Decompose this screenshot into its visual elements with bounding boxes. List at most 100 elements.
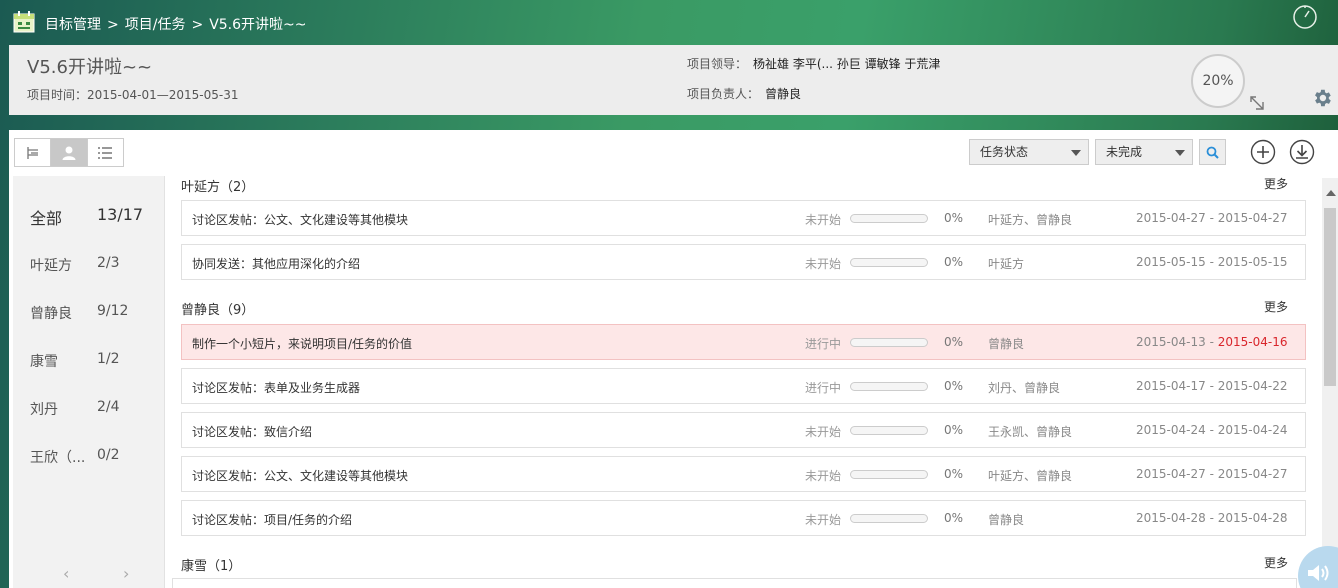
task-assignees: 王永凯、曾静良 <box>988 425 1073 439</box>
sidebar-item-label: 康雪 <box>30 354 58 370</box>
task-row[interactable] <box>172 578 1297 588</box>
breadcrumb-root[interactable]: 目标管理 <box>45 17 101 33</box>
task-assignees: 曾静良 <box>988 337 1025 351</box>
task-progress-bar <box>850 338 928 347</box>
sidebar-item-count: 0/2 <box>97 447 120 463</box>
task-name[interactable]: 讨论区发帖：项目/任务的介绍 <box>192 511 352 528</box>
tree-view-icon <box>27 146 38 159</box>
task-dates: 2015-04-27 - 2015-04-27 <box>1136 467 1288 481</box>
task-state: 未开始 <box>805 513 842 527</box>
task-status-select[interactable]: 任务状态 <box>969 139 1089 165</box>
list-view-icon <box>98 146 113 159</box>
sidebar-item-all[interactable]: 全部 13/17 <box>30 205 143 229</box>
sidebar-item-label: 曾静良 <box>30 306 72 322</box>
member-view-button[interactable] <box>51 139 88 166</box>
task-percent: 0% <box>944 335 964 349</box>
task-name[interactable]: 制作一个小短片，来说明项目/任务的价值 <box>192 335 412 352</box>
more-link[interactable]: 更多 <box>1264 175 1288 192</box>
group-title: 曾静良（9） <box>181 303 255 318</box>
sidebar-next-button[interactable]: › <box>123 564 129 583</box>
sidebar-item-member[interactable]: 曾静良 9/12 <box>30 303 128 323</box>
task-assignees: 曾静良 <box>988 513 1025 527</box>
leaders-value[interactable]: 杨祉雄 李平(... 孙巨 谭敏锋 于荒津 <box>753 57 940 71</box>
sidebar-prev-button[interactable]: ‹ <box>63 564 69 583</box>
task-row[interactable]: 讨论区发帖：致信介绍 未开始 0% 王永凯、曾静良 2015-04-24 - 2… <box>181 412 1306 448</box>
task-state: 未开始 <box>805 425 842 439</box>
task-assignees: 叶延方、曾静良 <box>988 213 1073 227</box>
sidebar-item-member[interactable]: 康雪 1/2 <box>30 351 120 371</box>
task-row-overdue[interactable]: 制作一个小短片，来说明项目/任务的价值 进行中 0% 曾静良 2015-04-1… <box>181 324 1306 360</box>
task-dates: 2015-04-28 - 2015-04-28 <box>1136 511 1288 525</box>
task-start-date: 2015-04-27 <box>1136 211 1206 225</box>
group-title: 康雪（1） <box>181 559 242 574</box>
task-start-date: 2015-05-15 <box>1136 255 1206 269</box>
task-percent: 0% <box>944 423 964 437</box>
sidebar-item-member[interactable]: 刘丹 2/4 <box>30 399 120 419</box>
task-row[interactable]: 讨论区发帖：表单及业务生成器 进行中 0% 刘丹、曾静良 2015-04-17 … <box>181 368 1306 404</box>
expand-icon[interactable] <box>1249 95 1265 111</box>
task-progress-bar <box>850 470 928 479</box>
tree-view-button[interactable] <box>15 139 52 166</box>
task-status-value: 任务状态 <box>980 145 1029 159</box>
gear-icon[interactable] <box>1311 87 1333 109</box>
date-separator: - <box>1209 511 1214 525</box>
scroll-up-arrow[interactable] <box>1326 190 1336 196</box>
task-name[interactable]: 讨论区发帖：致信介绍 <box>192 423 312 440</box>
task-dates: 2015-04-17 - 2015-04-22 <box>1136 379 1288 393</box>
sidebar-item-count: 2/3 <box>97 255 120 271</box>
task-state: 进行中 <box>805 381 842 395</box>
task-assignees: 叶延方、曾静良 <box>988 469 1073 483</box>
speaker-icon <box>1308 565 1329 581</box>
task-end-date: 2015-05-15 <box>1217 255 1288 269</box>
task-state: 进行中 <box>805 337 842 351</box>
task-name[interactable]: 讨论区发帖：公文、文化建设等其他模块 <box>192 211 408 228</box>
task-name[interactable]: 讨论区发帖：表单及业务生成器 <box>192 379 360 396</box>
completion-select[interactable]: 未完成 <box>1095 139 1193 165</box>
task-end-date: 2015-04-28 <box>1217 511 1288 525</box>
task-name[interactable]: 讨论区发帖：公文、文化建设等其他模块 <box>192 467 408 484</box>
task-dates: 2015-04-13 - 2015-04-16 <box>1136 335 1288 349</box>
breadcrumb-projects[interactable]: 项目/任务 <box>125 17 186 33</box>
task-row[interactable]: 讨论区发帖：公文、文化建设等其他模块 未开始 0% 叶延方、曾静良 2015-0… <box>181 456 1306 492</box>
search-button[interactable] <box>1199 139 1226 165</box>
sidebar-item-member[interactable]: 王欣（... 0/2 <box>30 447 120 467</box>
task-row[interactable]: 协同发送：其他应用深化的介绍 未开始 0% 叶延方 2015-05-15 - 2… <box>181 244 1306 280</box>
sidebar-item-member[interactable]: 叶延方 2/3 <box>30 255 120 275</box>
task-row[interactable]: 讨论区发帖：公文、文化建设等其他模块 未开始 0% 叶延方、曾静良 2015-0… <box>181 200 1306 236</box>
task-name[interactable]: 协同发送：其他应用深化的介绍 <box>192 255 360 272</box>
project-header: V5.6开讲啦~~ 项目时间：2015-04-01—2015-05-31 项目领… <box>9 45 1338 115</box>
add-task-button[interactable] <box>1250 139 1276 165</box>
task-start-date: 2015-04-17 <box>1136 379 1206 393</box>
task-progress-bar <box>850 426 928 435</box>
task-progress-bar <box>850 214 928 223</box>
sidebar-item-count: 9/12 <box>97 303 129 319</box>
task-state: 未开始 <box>805 213 842 227</box>
clock-icon[interactable] <box>1291 2 1319 30</box>
task-percent: 0% <box>944 467 964 481</box>
sidebar-item-count: 2/4 <box>97 399 120 415</box>
sidebar-item-label: 叶延方 <box>30 258 72 274</box>
group-title: 叶延方（2） <box>181 180 255 195</box>
more-link[interactable]: 更多 <box>1264 298 1288 315</box>
date-separator: - <box>1209 211 1214 225</box>
task-state: 未开始 <box>805 469 842 483</box>
chevron-down-icon <box>1175 150 1185 156</box>
task-start-date: 2015-04-28 <box>1136 511 1206 525</box>
date-separator: - <box>1209 379 1214 393</box>
sidebar-item-count: 1/2 <box>97 351 120 367</box>
main-panel: 任务状态 未完成 全部 13/17 叶延方 2/3 曾静良 9/12 康雪 1/2 刘丹… <box>9 130 1338 588</box>
owner-label: 项目负责人： <box>687 87 760 101</box>
download-button[interactable] <box>1289 139 1315 165</box>
task-row[interactable]: 讨论区发帖：项目/任务的介绍 未开始 0% 曾静良 2015-04-28 - 2… <box>181 500 1306 536</box>
date-separator: - <box>1209 335 1214 349</box>
date-separator: - <box>1209 423 1214 437</box>
date-separator: - <box>1209 467 1214 481</box>
breadcrumb-separator: > <box>107 17 119 33</box>
task-end-date: 2015-04-22 <box>1217 379 1288 393</box>
scrollbar-thumb[interactable] <box>1324 208 1336 386</box>
top-bar: 目标管理 > 项目/任务 > V5.6开讲啦~~ <box>0 0 1338 45</box>
list-view-button[interactable] <box>88 139 123 166</box>
task-end-date-overdue: 2015-04-16 <box>1217 335 1288 349</box>
more-link[interactable]: 更多 <box>1264 554 1288 571</box>
search-icon <box>1206 146 1219 159</box>
